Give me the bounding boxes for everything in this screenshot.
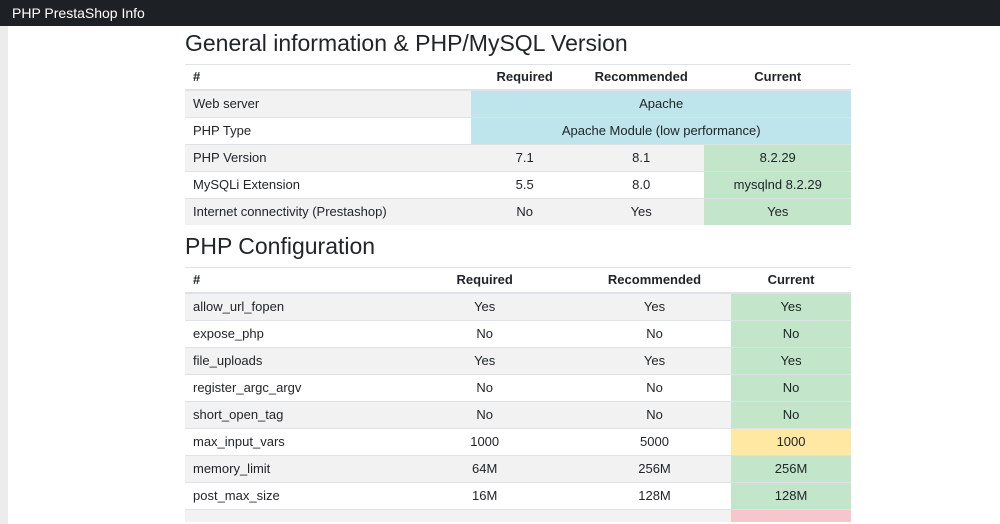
current-value: No: [731, 375, 851, 402]
column-header-current: Current: [731, 268, 851, 294]
required-value: No: [391, 375, 577, 402]
setting-name: PHP Version: [185, 145, 471, 172]
column-header-required: Required: [391, 268, 577, 294]
required-value: No: [471, 199, 578, 226]
recommended-value: No: [578, 375, 731, 402]
setting-name: allow_url_fopen: [185, 293, 391, 321]
span-value: Apache: [471, 90, 851, 118]
current-value: Yes: [731, 348, 851, 375]
table-row: [185, 510, 851, 523]
setting-name: file_uploads: [185, 348, 391, 375]
required-value: 1000: [391, 429, 577, 456]
setting-name: short_open_tag: [185, 402, 391, 429]
left-edge-gutter: [0, 26, 8, 524]
current-value: Yes: [731, 293, 851, 321]
column-header-name: #: [185, 268, 391, 294]
page-title: PHP PrestaShop Info: [12, 5, 145, 21]
required-value: 64M: [391, 456, 577, 483]
setting-name: register_argc_argv: [185, 375, 391, 402]
setting-name: max_input_vars: [185, 429, 391, 456]
table-row: register_argc_argvNoNoNo: [185, 375, 851, 402]
recommended-value: Yes: [578, 199, 705, 226]
recommended-value: Yes: [578, 293, 731, 321]
required-value: 7.1: [471, 145, 578, 172]
required-value: 5.5: [471, 172, 578, 199]
required-value: [391, 510, 577, 523]
table-header-row: #RequiredRecommendedCurrent: [185, 65, 851, 91]
required-value: 16M: [391, 483, 577, 510]
current-value: Yes: [704, 199, 851, 226]
table-row: PHP Version7.18.18.2.29: [185, 145, 851, 172]
table-row: memory_limit64M256M256M: [185, 456, 851, 483]
table-row: Web serverApache: [185, 90, 851, 118]
current-value: No: [731, 402, 851, 429]
column-header-recommended: Recommended: [578, 268, 731, 294]
table-row: expose_phpNoNoNo: [185, 321, 851, 348]
required-value: No: [391, 402, 577, 429]
php-configuration-table: #RequiredRecommendedCurrentallow_url_fop…: [185, 267, 851, 522]
recommended-value: 128M: [578, 483, 731, 510]
section-title-php-configuration: PHP Configuration: [185, 233, 851, 259]
section-general-info: General information & PHP/MySQL Version …: [185, 30, 851, 225]
recommended-value: Yes: [578, 348, 731, 375]
setting-name: memory_limit: [185, 456, 391, 483]
recommended-value: 8.1: [578, 145, 705, 172]
setting-name: PHP Type: [185, 118, 471, 145]
table-row: post_max_size16M128M128M: [185, 483, 851, 510]
table-row: allow_url_fopenYesYesYes: [185, 293, 851, 321]
table-row: PHP TypeApache Module (low performance): [185, 118, 851, 145]
recommended-value: 256M: [578, 456, 731, 483]
recommended-value: [578, 510, 731, 523]
column-header-required: Required: [471, 65, 578, 91]
current-value: 8.2.29: [704, 145, 851, 172]
browser-title-bar: PHP PrestaShop Info: [0, 0, 1000, 26]
column-header-recommended: Recommended: [578, 65, 705, 91]
recommended-value: No: [578, 402, 731, 429]
recommended-value: 5000: [578, 429, 731, 456]
required-value: No: [391, 321, 577, 348]
current-value: 1000: [731, 429, 851, 456]
current-value: [731, 510, 851, 523]
table-row: max_input_vars100050001000: [185, 429, 851, 456]
current-value: mysqlnd 8.2.29: [704, 172, 851, 199]
recommended-value: No: [578, 321, 731, 348]
current-value: 256M: [731, 456, 851, 483]
current-value: No: [731, 321, 851, 348]
section-title-general-info: General information & PHP/MySQL Version: [185, 30, 851, 56]
current-value: 128M: [731, 483, 851, 510]
section-php-configuration: PHP Configuration #RequiredRecommendedCu…: [185, 233, 851, 522]
column-header-current: Current: [704, 65, 851, 91]
setting-name: Internet connectivity (Prestashop): [185, 199, 471, 226]
setting-name: expose_php: [185, 321, 391, 348]
setting-name: MySQLi Extension: [185, 172, 471, 199]
general-info-table: #RequiredRecommendedCurrentWeb serverApa…: [185, 64, 851, 225]
table-row: MySQLi Extension5.58.0mysqlnd 8.2.29: [185, 172, 851, 199]
span-value: Apache Module (low performance): [471, 118, 851, 145]
table-row: Internet connectivity (Prestashop)NoYesY…: [185, 199, 851, 226]
table-row: file_uploadsYesYesYes: [185, 348, 851, 375]
table-header-row: #RequiredRecommendedCurrent: [185, 268, 851, 294]
setting-name: post_max_size: [185, 483, 391, 510]
required-value: Yes: [391, 348, 577, 375]
recommended-value: 8.0: [578, 172, 705, 199]
column-header-name: #: [185, 65, 471, 91]
required-value: Yes: [391, 293, 577, 321]
setting-name: Web server: [185, 90, 471, 118]
page-content: General information & PHP/MySQL Version …: [185, 30, 851, 522]
table-row: short_open_tagNoNoNo: [185, 402, 851, 429]
setting-name: [185, 510, 391, 523]
